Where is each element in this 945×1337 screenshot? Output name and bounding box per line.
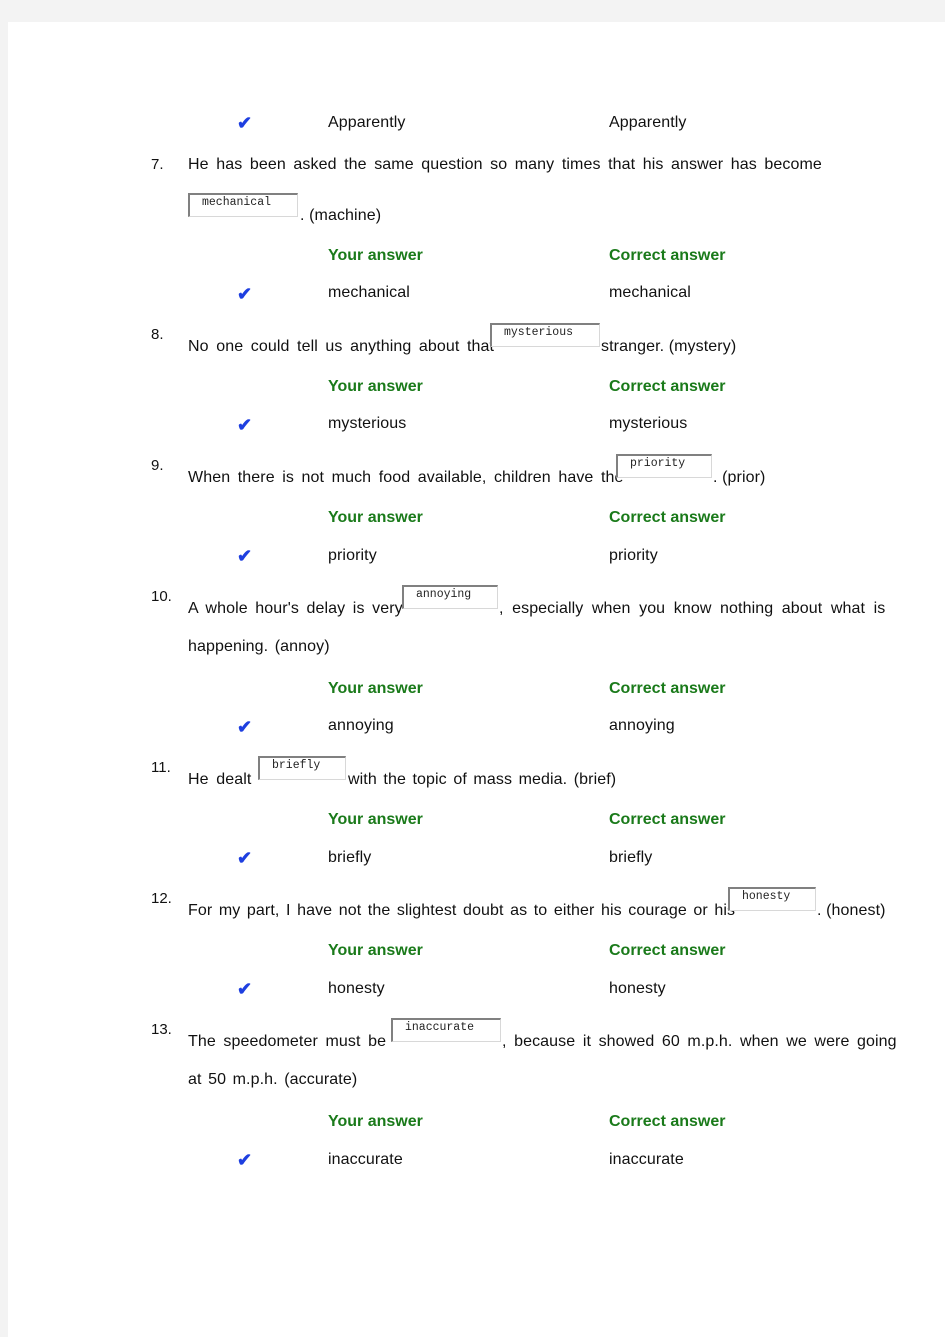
question-number: 8. — [151, 326, 164, 343]
check-icon: ✔ — [237, 113, 253, 133]
question-text: He has been asked the same question so m… — [188, 156, 822, 173]
correct-answer-value: annoying — [609, 717, 675, 734]
check-icon: ✔ — [237, 1150, 253, 1170]
check-icon: ✔ — [237, 284, 253, 304]
answer-input[interactable]: inaccurate — [391, 1018, 501, 1042]
your-answer-value: mechanical — [328, 284, 410, 301]
check-icon: ✔ — [237, 415, 253, 435]
question-number: 9. — [151, 457, 164, 474]
question-number: 12. — [151, 890, 172, 907]
question-text: For my part, I have not the slightest do… — [188, 902, 736, 919]
correct-answer-header: Correct answer — [609, 942, 726, 959]
correct-answer-value: Apparently — [609, 114, 687, 131]
check-icon: ✔ — [237, 546, 253, 566]
correct-answer-value: inaccurate — [609, 1151, 684, 1168]
correct-answer-value: honesty — [609, 980, 666, 997]
question-text-after: , because it showed 60 m.p.h. when we we… — [502, 1033, 897, 1050]
question-text-after: . (honest) — [817, 902, 886, 919]
answer-input[interactable]: priority — [616, 454, 712, 478]
your-answer-value: honesty — [328, 980, 385, 997]
answer-input[interactable]: honesty — [728, 887, 816, 911]
your-answer-value: mysterious — [328, 415, 407, 432]
correct-answer-value: briefly — [609, 849, 653, 866]
correct-answer-header: Correct answer — [609, 378, 726, 395]
correct-answer-value: mysterious — [609, 415, 688, 432]
correct-answer-header: Correct answer — [609, 811, 726, 828]
question-text: He dealt — [188, 771, 252, 788]
correct-answer-header: Correct answer — [609, 1113, 726, 1130]
your-answer-header: Your answer — [328, 811, 423, 828]
your-answer-header: Your answer — [328, 942, 423, 959]
correct-answer-value: mechanical — [609, 284, 691, 301]
correct-answer-header: Correct answer — [609, 680, 726, 697]
question-number: 7. — [151, 156, 164, 173]
question-text-after: . (machine) — [300, 207, 382, 224]
question-text: No one could tell us anything about that — [188, 338, 495, 355]
correct-answer-header: Correct answer — [609, 509, 726, 526]
correct-answer-value: priority — [609, 547, 658, 564]
question-text-after: with the topic of mass media. (brief) — [348, 771, 617, 788]
check-icon: ✔ — [237, 979, 253, 999]
question-text-line2: at 50 m.p.h. (accurate) — [188, 1071, 358, 1088]
your-answer-value: annoying — [328, 717, 394, 734]
question-number: 11. — [151, 759, 171, 776]
question-text: When there is not much food available, c… — [188, 469, 624, 486]
question-text-after: stranger. (mystery) — [601, 338, 737, 355]
your-answer-header: Your answer — [328, 509, 423, 526]
check-icon: ✔ — [237, 717, 253, 737]
question-text: A whole hour's delay is very — [188, 600, 403, 617]
page-sheet — [8, 22, 945, 1337]
question-number: 13. — [151, 1021, 172, 1038]
answer-input[interactable]: mysterious — [490, 323, 600, 347]
your-answer-header: Your answer — [328, 680, 423, 697]
your-answer-header: Your answer — [328, 247, 423, 264]
your-answer-value: inaccurate — [328, 1151, 403, 1168]
question-number: 10. — [151, 588, 172, 605]
question-text-after: , especially when you know nothing about… — [499, 600, 886, 617]
check-icon: ✔ — [237, 848, 253, 868]
your-answer-header: Your answer — [328, 378, 423, 395]
your-answer-value: briefly — [328, 849, 372, 866]
your-answer-value: priority — [328, 547, 377, 564]
your-answer-value: Apparently — [328, 114, 406, 131]
answer-input[interactable]: mechanical — [188, 193, 298, 217]
your-answer-header: Your answer — [328, 1113, 423, 1130]
question-text-line2: happening. (annoy) — [188, 638, 330, 655]
question-text-after: . (prior) — [713, 469, 766, 486]
answer-input[interactable]: annoying — [402, 585, 498, 609]
answer-input[interactable]: briefly — [258, 756, 346, 780]
question-text: The speedometer must be — [188, 1033, 387, 1050]
correct-answer-header: Correct answer — [609, 247, 726, 264]
